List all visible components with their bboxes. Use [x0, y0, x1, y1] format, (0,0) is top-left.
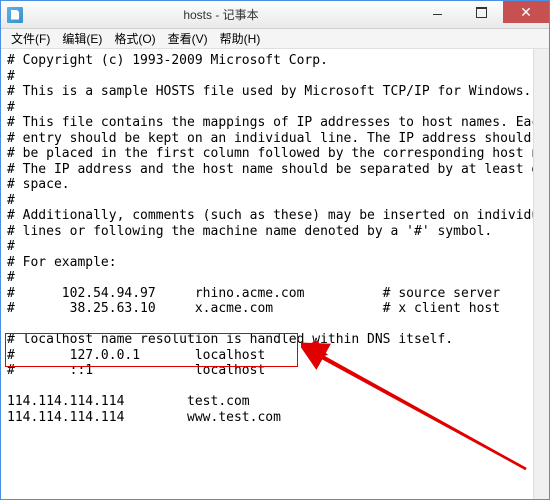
menu-file[interactable]: 文件(F) [5, 28, 56, 49]
menu-bar: 文件(F) 编辑(E) 格式(O) 查看(V) 帮助(H) [1, 29, 549, 49]
close-button[interactable]: ✕ [503, 1, 549, 23]
text-editor-content[interactable]: # Copyright (c) 1993-2009 Microsoft Corp… [1, 49, 549, 499]
menu-edit[interactable]: 编辑(E) [56, 28, 108, 49]
menu-help[interactable]: 帮助(H) [214, 28, 267, 49]
title-bar: hosts - 记事本 ✕ [1, 1, 549, 29]
maximize-button[interactable] [459, 1, 503, 23]
menu-format[interactable]: 格式(O) [108, 28, 161, 49]
notepad-icon [7, 7, 23, 23]
window-controls: ✕ [415, 1, 549, 28]
window-title: hosts - 记事本 [27, 6, 415, 23]
minimize-button[interactable] [415, 1, 459, 23]
menu-view[interactable]: 查看(V) [162, 28, 214, 49]
vertical-scrollbar[interactable] [533, 49, 549, 499]
